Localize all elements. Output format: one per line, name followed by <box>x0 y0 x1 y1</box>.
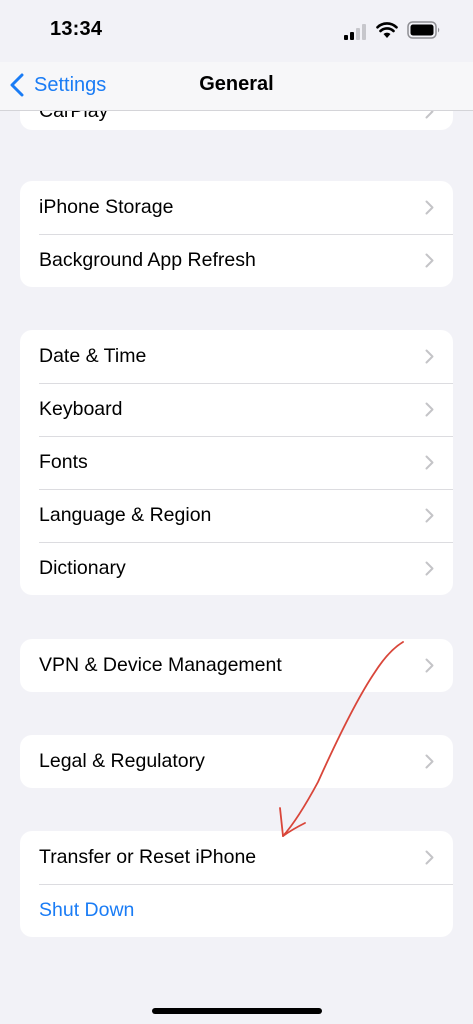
page-title: General <box>199 73 274 95</box>
row-fonts[interactable]: Fonts <box>20 436 453 489</box>
row-label: VPN & Device Management <box>39 654 282 676</box>
row-language-region[interactable]: Language & Region <box>20 489 453 542</box>
chevron-right-icon <box>425 850 434 865</box>
status-bar: 13:34 <box>0 0 473 62</box>
chevron-right-icon <box>425 561 434 576</box>
row-label: iPhone Storage <box>39 196 174 218</box>
row-dictionary[interactable]: Dictionary <box>20 542 453 595</box>
status-time: 13:34 <box>50 18 103 40</box>
row-legal-regulatory[interactable]: Legal & Regulatory <box>20 735 453 788</box>
storage-group: iPhone Storage Background App Refresh <box>20 181 453 287</box>
cellular-signal-icon <box>344 24 366 40</box>
vpn-group: VPN & Device Management <box>20 639 453 692</box>
chevron-right-icon <box>425 200 434 215</box>
row-label: Background App Refresh <box>39 249 256 271</box>
chevron-right-icon <box>425 508 434 523</box>
battery-icon <box>407 21 440 39</box>
row-keyboard[interactable]: Keyboard <box>20 383 453 436</box>
legal-group: Legal & Regulatory <box>20 735 453 788</box>
shut-down-label: Shut Down <box>39 899 135 921</box>
row-iphone-storage[interactable]: iPhone Storage <box>20 181 453 234</box>
chevron-right-icon <box>425 658 434 673</box>
reset-group: Transfer or Reset iPhone Shut Down <box>20 831 453 937</box>
chevron-right-icon <box>425 253 434 268</box>
chevron-right-icon <box>425 349 434 364</box>
home-indicator <box>152 1008 322 1014</box>
wifi-icon <box>376 22 398 38</box>
row-label: Keyboard <box>39 398 123 420</box>
row-background-app-refresh[interactable]: Background App Refresh <box>20 234 453 287</box>
row-label: Date & Time <box>39 345 147 367</box>
row-transfer-reset-iphone[interactable]: Transfer or Reset iPhone <box>20 831 453 884</box>
row-date-time[interactable]: Date & Time <box>20 330 453 383</box>
chevron-right-icon <box>425 402 434 417</box>
row-label: Fonts <box>39 451 88 473</box>
chevron-right-icon <box>425 754 434 769</box>
row-label: Language & Region <box>39 504 212 526</box>
locale-group: Date & Time Keyboard Fonts Language & Re… <box>20 330 453 595</box>
shut-down-button[interactable]: Shut Down <box>20 884 453 937</box>
row-label: Transfer or Reset iPhone <box>39 846 257 868</box>
chevron-right-icon <box>425 455 434 470</box>
settings-general-screen: 13:34 Settings General CarPlay iPhone St… <box>0 0 473 1024</box>
row-label: Dictionary <box>39 557 126 579</box>
navigation-bar: Settings General <box>0 62 473 111</box>
row-label: Legal & Regulatory <box>39 750 205 772</box>
row-vpn-device-management[interactable]: VPN & Device Management <box>20 639 453 692</box>
